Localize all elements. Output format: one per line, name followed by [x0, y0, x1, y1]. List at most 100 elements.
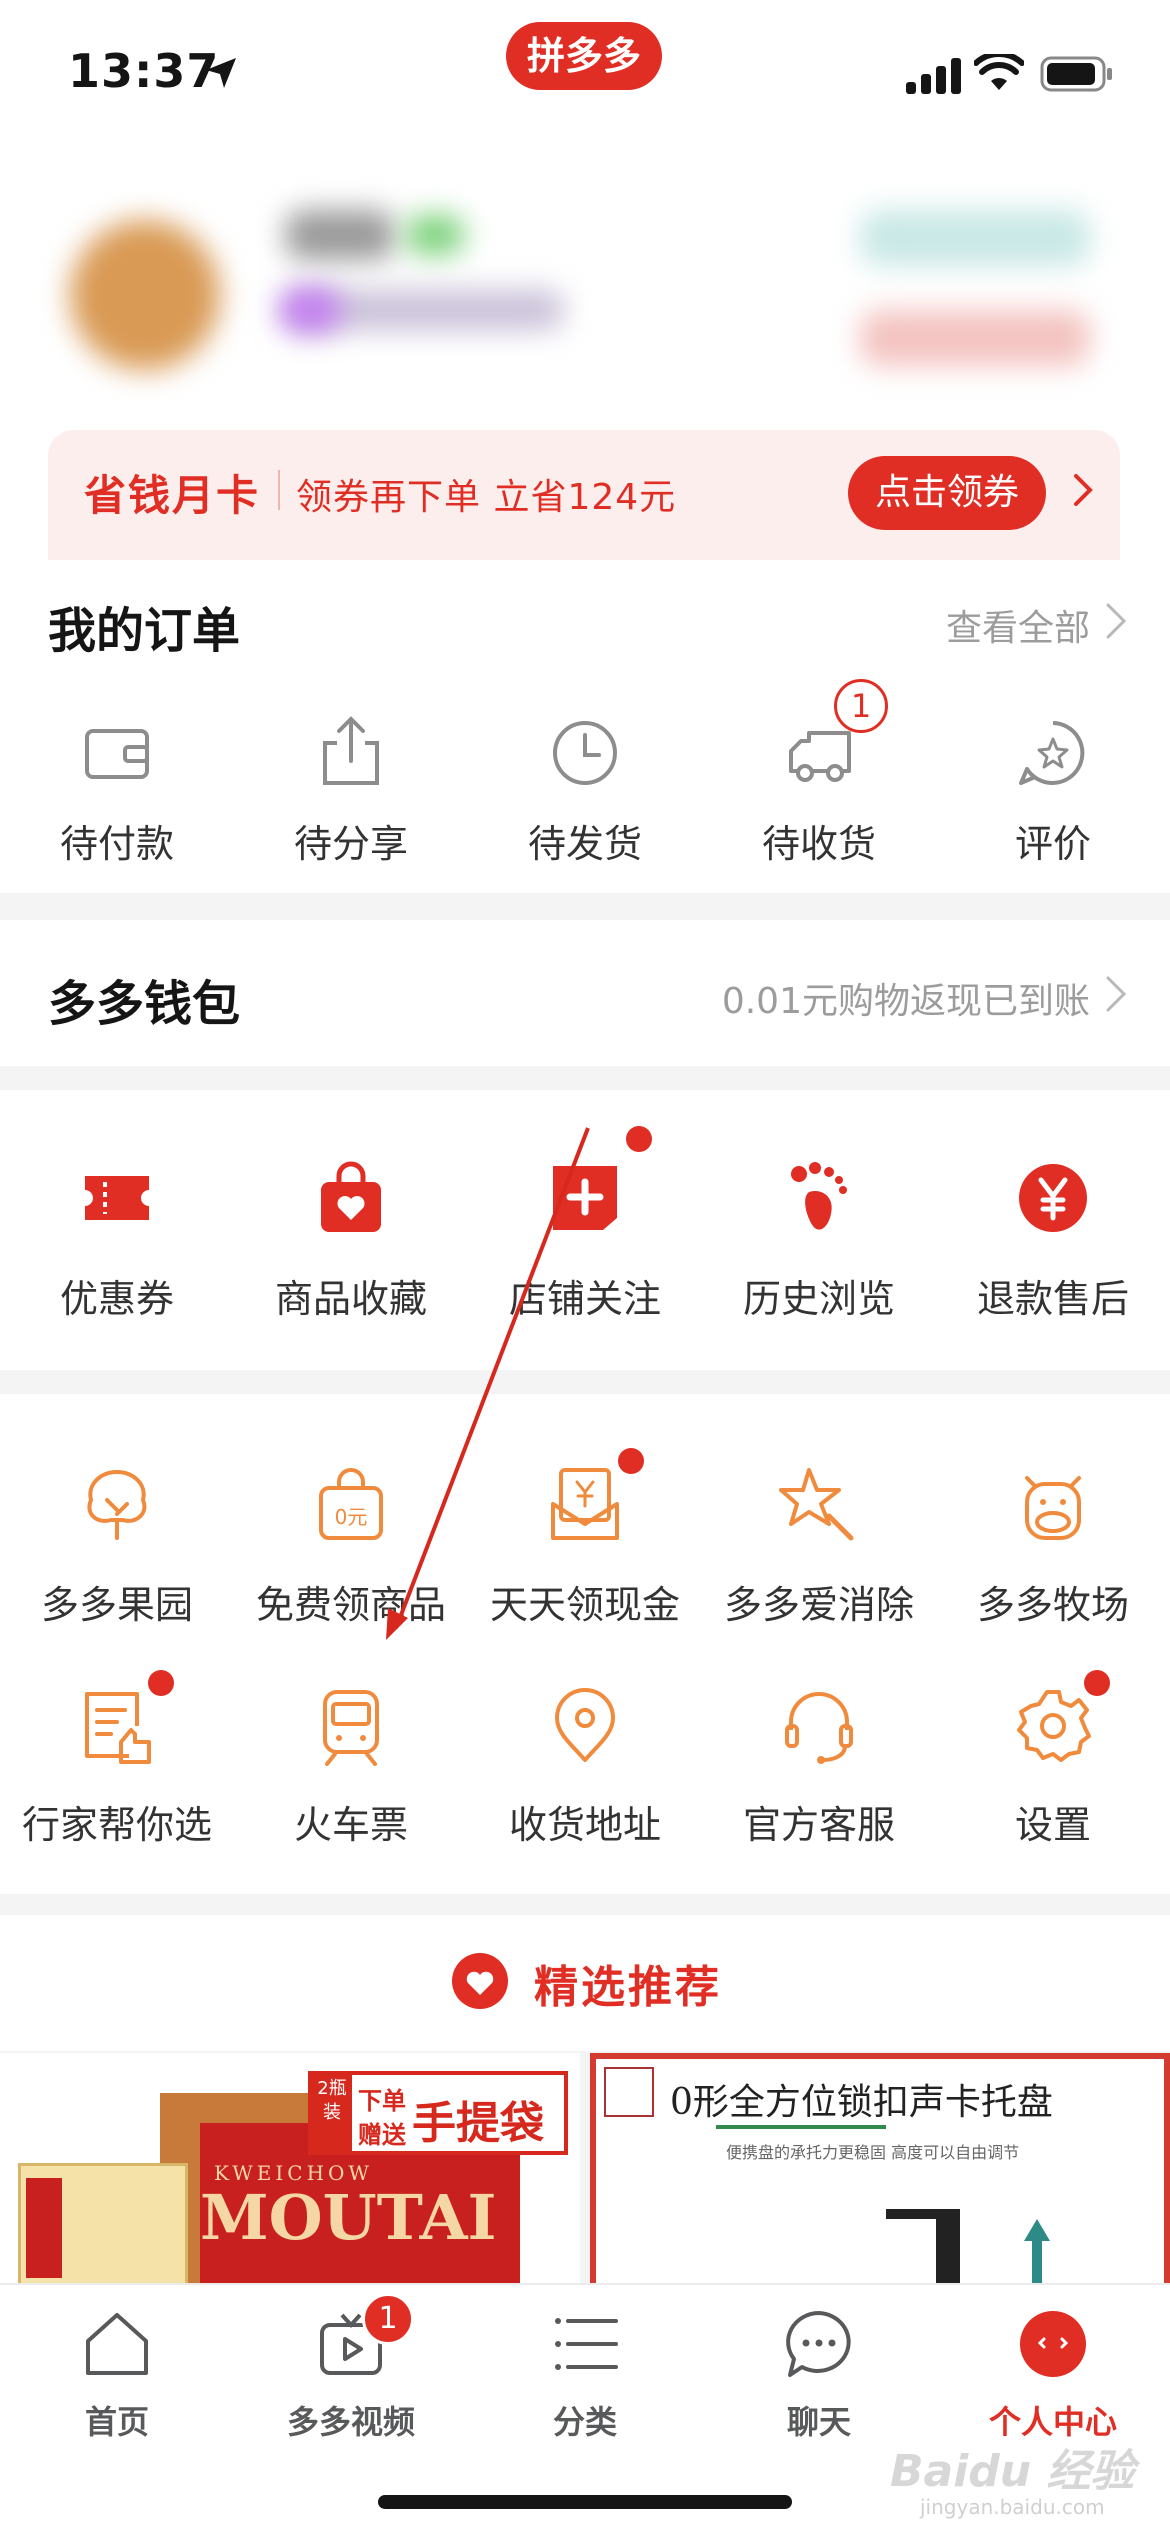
wallet-note: 0.01元购物返现已到账 [721, 981, 1090, 1022]
shortcut-store-follow-label: 店铺关注 [508, 1277, 661, 1321]
store-follow-icon [553, 1166, 617, 1230]
product-promo-banner: 2瓶装 下单 赠送 手提袋 [308, 2071, 568, 2155]
order-pending-share[interactable]: 待分享 [234, 713, 468, 883]
notification-dot [1084, 1670, 1110, 1696]
tab-video[interactable]: 1 多多视频 [234, 2285, 468, 2485]
shortcut-favorites-label: 商品收藏 [274, 1277, 427, 1321]
orders-title: 我的订单 [48, 603, 241, 659]
savings-card-banner[interactable]: 省钱月卡 领券再下单 立省124元 点击领券 [48, 430, 1120, 560]
service-customer-support[interactable]: 官方客服 [702, 1686, 936, 1866]
service-customer-support-label: 官方客服 [742, 1803, 895, 1847]
share-icon [323, 716, 379, 785]
shortcut-history[interactable]: 历史浏览 [702, 1158, 936, 1358]
watermark: Baidu 经验 [890, 2446, 1135, 2497]
coupon-icon [85, 1176, 149, 1220]
promo-bottom: 赠送 [358, 2121, 406, 2149]
order-review[interactable]: 评价 [936, 713, 1170, 883]
wallet-section[interactable]: 多多钱包 0.01元购物返现已到账 [0, 920, 1170, 1066]
train-icon [323, 1690, 379, 1766]
member-tag-blurred [405, 215, 465, 255]
service-free-goods[interactable]: 0元 免费领商品 [234, 1464, 468, 1644]
title-underline [716, 2125, 886, 2129]
home-indicator[interactable] [378, 2495, 792, 2509]
profile-right-item-blurred[interactable] [860, 210, 1090, 266]
location-pin-icon [555, 1688, 615, 1762]
shortcut-favorites[interactable]: 商品收藏 [234, 1158, 468, 1358]
battery-icon [1040, 56, 1112, 92]
product-card[interactable]: KWEICHOW MOUTAI 2瓶装 下单 赠送 手提袋 [0, 2053, 580, 2283]
expert-pick-icon [85, 1692, 151, 1764]
chevron-right-icon [1106, 976, 1127, 1012]
order-pending-share-label: 待分享 [293, 822, 408, 866]
service-address-label: 收货地址 [508, 1803, 661, 1847]
tab-category-label: 分类 [552, 2403, 617, 2441]
service-match-game[interactable]: 多多爱消除 [702, 1464, 936, 1644]
cash-envelope-icon [551, 1468, 619, 1540]
home-icon [86, 2313, 148, 2375]
service-train-tickets-label: 火车票 [293, 1803, 408, 1847]
order-pending-shipment[interactable]: 待发货 [468, 713, 702, 883]
service-ranch-label: 多多牧场 [976, 1583, 1129, 1627]
location-arrow-icon [206, 58, 236, 88]
free-bag-icon: 0元 [319, 1468, 383, 1540]
favorite-bag-icon [321, 1161, 381, 1232]
signal-icon [906, 58, 961, 94]
headset-icon [785, 1692, 853, 1764]
product-box-label [26, 2178, 62, 2278]
footprint-icon [791, 1162, 847, 1230]
avatar[interactable] [70, 220, 220, 370]
product-image [936, 2209, 960, 2283]
tree-icon [87, 1469, 147, 1540]
cow-icon [1025, 1476, 1081, 1540]
service-expert-pick-label: 行家帮你选 [21, 1803, 212, 1847]
profile-icon [1020, 2311, 1086, 2377]
chevron-right-icon [1106, 603, 1127, 639]
service-expert-pick[interactable]: 行家帮你选 [0, 1670, 234, 1866]
service-settings[interactable]: 设置 [936, 1670, 1170, 1866]
service-daily-cash-label: 天天领现金 [489, 1583, 680, 1627]
claim-coupon-button[interactable]: 点击领券 [848, 456, 1046, 530]
service-ranch[interactable]: 多多牧场 [936, 1464, 1170, 1644]
order-pending-payment-label: 待付款 [59, 822, 174, 866]
shortcut-store-follow[interactable]: 店铺关注 [468, 1126, 702, 1358]
product-logo-seal [604, 2067, 654, 2117]
recommend-header: 精选推荐 [0, 1915, 1170, 2051]
category-list-icon [555, 2318, 618, 2370]
order-pending-receipt[interactable]: 1 待收货 [702, 679, 936, 883]
notification-dot [626, 1126, 652, 1152]
order-pending-payment[interactable]: 待付款 [0, 713, 234, 883]
service-orchard-label: 多多果园 [40, 1583, 193, 1627]
recommend-heart-icon [452, 1953, 508, 2009]
shortcut-coupons[interactable]: 优惠券 [0, 1158, 234, 1358]
promo-count: 2瓶装 [312, 2075, 352, 2151]
service-orchard[interactable]: 多多果园 [0, 1464, 234, 1644]
service-free-goods-label: 免费领商品 [255, 1583, 446, 1627]
status-time: 13:37 [68, 44, 220, 98]
tab-video-label: 多多视频 [286, 2403, 415, 2441]
service-address[interactable]: 收货地址 [468, 1686, 702, 1866]
product-subtitle: 便携盘的承托力更稳固 高度可以自由调节 [726, 2143, 1020, 2162]
view-all-orders-link[interactable]: 查看全部 [946, 599, 1090, 651]
clock-icon [553, 721, 617, 785]
profile-right-item-blurred[interactable] [860, 310, 1090, 366]
divider [278, 470, 280, 510]
watermark-url: jingyan.baidu.com [920, 2495, 1105, 2519]
notification-dot [618, 1448, 644, 1474]
product-image [886, 2209, 956, 2219]
tab-home-label: 首页 [84, 2403, 149, 2441]
tab-category[interactable]: 分类 [468, 2285, 702, 2485]
order-review-label: 评价 [1014, 822, 1091, 866]
service-daily-cash[interactable]: 天天领现金 [468, 1448, 702, 1644]
profile-sub-icon-blurred [280, 288, 340, 332]
chat-icon [786, 2311, 851, 2377]
service-train-tickets[interactable]: 火车票 [234, 1686, 468, 1866]
up-arrow-icon [1024, 2219, 1050, 2283]
promo-main: 手提袋 [412, 2098, 544, 2149]
service-match-game-label: 多多爱消除 [723, 1583, 914, 1627]
notification-dot [148, 1670, 174, 1696]
product-card[interactable]: 0形全方位锁扣声卡托盘 便携盘的承托力更稳固 高度可以自由调节 [590, 2053, 1170, 2283]
order-pending-receipt-label: 待收货 [761, 822, 876, 866]
tab-home[interactable]: 首页 [0, 2285, 234, 2485]
order-count-badge: 1 [834, 679, 888, 733]
shortcut-refund[interactable]: 退款售后 [936, 1158, 1170, 1358]
